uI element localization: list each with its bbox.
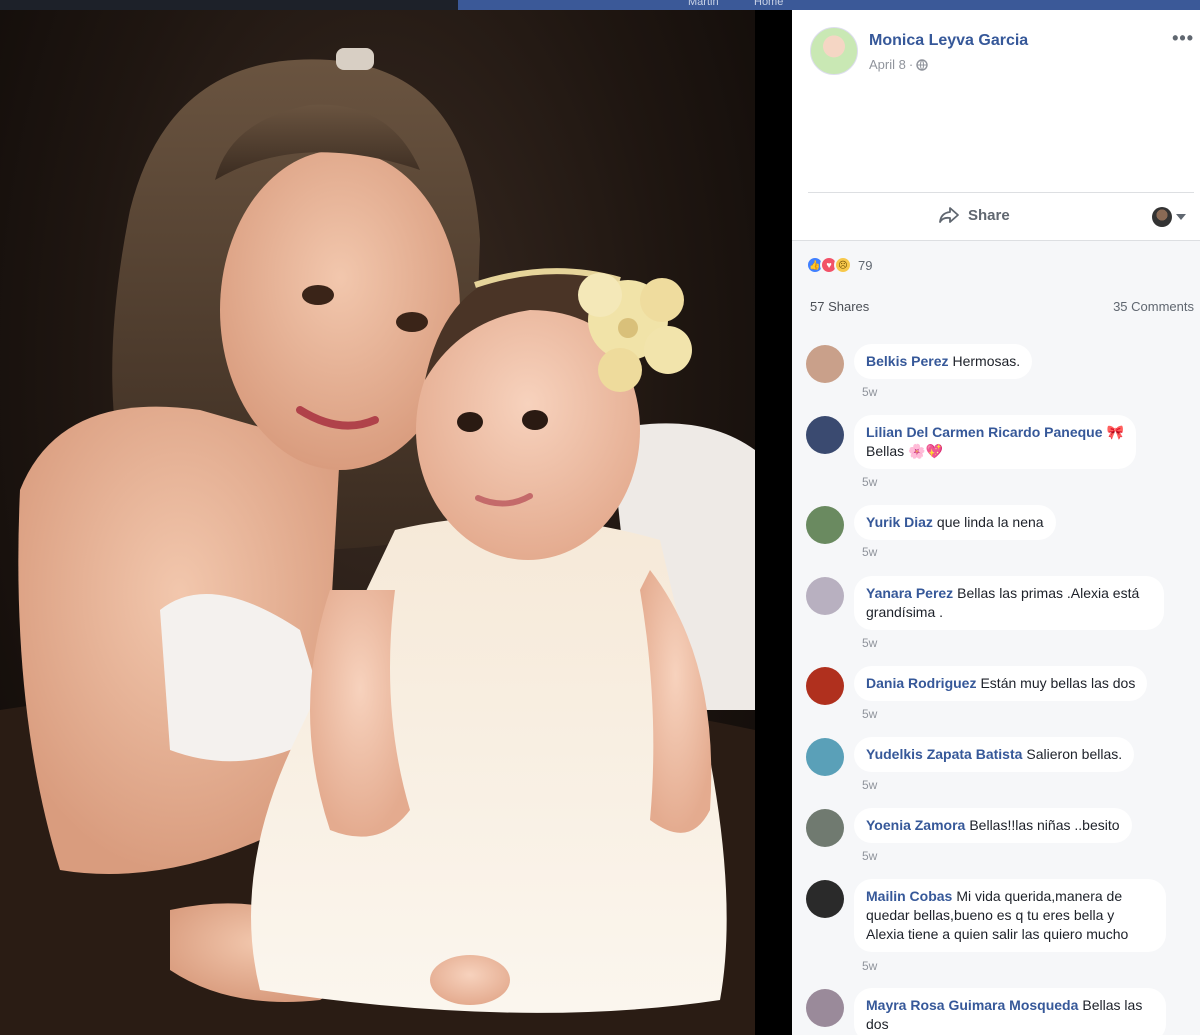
comment-text: Están muy bellas las dos xyxy=(980,675,1136,691)
commenter-avatar[interactable] xyxy=(806,989,844,1027)
comment-time[interactable]: 5w xyxy=(862,778,877,792)
comments-list: Belkis Perez Hermosas. 5w Lilian Del Carm… xyxy=(792,330,1200,1035)
comment-bubble: Mayra Rosa Guimara Mosqueda Bellas las do… xyxy=(854,988,1166,1035)
comment-text: Bellas!!las niñas ..besito xyxy=(969,817,1120,833)
comment-time[interactable]: 5w xyxy=(862,849,877,863)
commenter-name[interactable]: Yudelkis Zapata Batista xyxy=(866,746,1022,762)
commenter-avatar[interactable] xyxy=(806,667,844,705)
comments-count-link[interactable]: 35 Comments xyxy=(1113,299,1194,314)
reactions[interactable]: 👍 ♥ ☹ 79 xyxy=(806,256,872,274)
comment-time[interactable]: 5w xyxy=(862,545,877,559)
facebook-header: Martin Home xyxy=(458,0,1200,10)
comment-bubble: Mailin Cobas Mi vida querida,manera de qu… xyxy=(854,879,1166,952)
comment-text: Salieron bellas. xyxy=(1026,746,1123,762)
commenter-avatar[interactable] xyxy=(806,880,844,918)
author-avatar[interactable] xyxy=(810,27,858,75)
commenter-avatar[interactable] xyxy=(806,506,844,544)
comment-time[interactable]: 5w xyxy=(862,385,877,399)
commenter-name[interactable]: Mailin Cobas xyxy=(866,888,952,904)
comment-time[interactable]: 5w xyxy=(862,636,877,650)
commenter-avatar[interactable] xyxy=(806,345,844,383)
more-options-button[interactable]: ••• xyxy=(1172,28,1194,49)
globe-icon[interactable] xyxy=(916,58,928,71)
commenter-avatar[interactable] xyxy=(806,809,844,847)
commenter-name[interactable]: Dania Rodriguez xyxy=(866,675,976,691)
commenter-name[interactable]: Lilian Del Carmen Ricardo Paneque xyxy=(866,424,1103,440)
post-meta: April 8 · xyxy=(869,57,928,72)
current-user-avatar xyxy=(1152,207,1172,227)
comment-bubble: Dania Rodriguez Están muy bellas las dos xyxy=(854,666,1148,701)
comment-text: que linda la nena xyxy=(936,514,1044,530)
commenter-name[interactable]: Yoenia Zamora xyxy=(866,817,965,833)
share-arrow-icon xyxy=(939,207,959,223)
nav-profile-link[interactable]: Martin xyxy=(688,0,719,8)
author-name[interactable]: Monica Leyva Garcia xyxy=(869,32,1028,50)
share-label: Share xyxy=(968,206,1010,224)
chevron-down-icon xyxy=(1176,214,1186,220)
post-date[interactable]: April 8 xyxy=(869,57,906,72)
post-details-panel: Monica Leyva Garcia April 8 · ••• Share … xyxy=(792,10,1200,1035)
reaction-summary: 👍 ♥ ☹ 79 57 Shares 35 Comments xyxy=(792,240,1200,330)
action-bar: Share xyxy=(792,193,1200,241)
comment-time[interactable]: 5w xyxy=(862,475,877,489)
comment-bubble: Lilian Del Carmen Ricardo Paneque 🎀 Bellas… xyxy=(854,415,1136,469)
comment-bubble: Yudelkis Zapata Batista Salieron bellas. xyxy=(854,737,1135,772)
comment-bubble: Yurik Diaz que linda la nena xyxy=(854,505,1056,540)
comment-bubble: Belkis Perez Hermosas. xyxy=(854,344,1033,379)
sad-reaction-icon: ☹ xyxy=(834,256,852,274)
bow-emoji: 🎀 xyxy=(1106,424,1124,440)
commenter-avatar[interactable] xyxy=(806,416,844,454)
post-photo[interactable] xyxy=(0,10,755,1035)
photo-illustration xyxy=(0,48,755,1035)
reaction-count: 79 xyxy=(858,257,873,273)
post-as-selector[interactable] xyxy=(1152,207,1186,227)
comment-time[interactable]: 5w xyxy=(862,707,877,721)
comment-time[interactable]: 5w xyxy=(862,959,877,973)
commenter-name[interactable]: Yanara Perez xyxy=(866,585,953,601)
comment-bubble: Yoenia Zamora Bellas!!las niñas ..besito xyxy=(854,808,1132,843)
commenter-avatar[interactable] xyxy=(806,577,844,615)
top-navigation-bar: Martin Home xyxy=(0,0,1200,10)
commenter-avatar[interactable] xyxy=(806,738,844,776)
shares-link[interactable]: 57 Shares xyxy=(810,299,869,314)
comment-bubble: Yanara Perez Bellas las primas .Alexia es… xyxy=(854,576,1164,630)
comment-text: Bellas 🌸💖 xyxy=(866,443,943,459)
commenter-name[interactable]: Yurik Diaz xyxy=(866,514,933,530)
share-button[interactable]: Share xyxy=(938,206,1010,224)
commenter-name[interactable]: Mayra Rosa Guimara Mosqueda xyxy=(866,997,1078,1013)
comment-text: Hermosas. xyxy=(952,353,1021,369)
nav-home-link[interactable]: Home xyxy=(754,0,783,8)
commenter-name[interactable]: Belkis Perez xyxy=(866,353,949,369)
